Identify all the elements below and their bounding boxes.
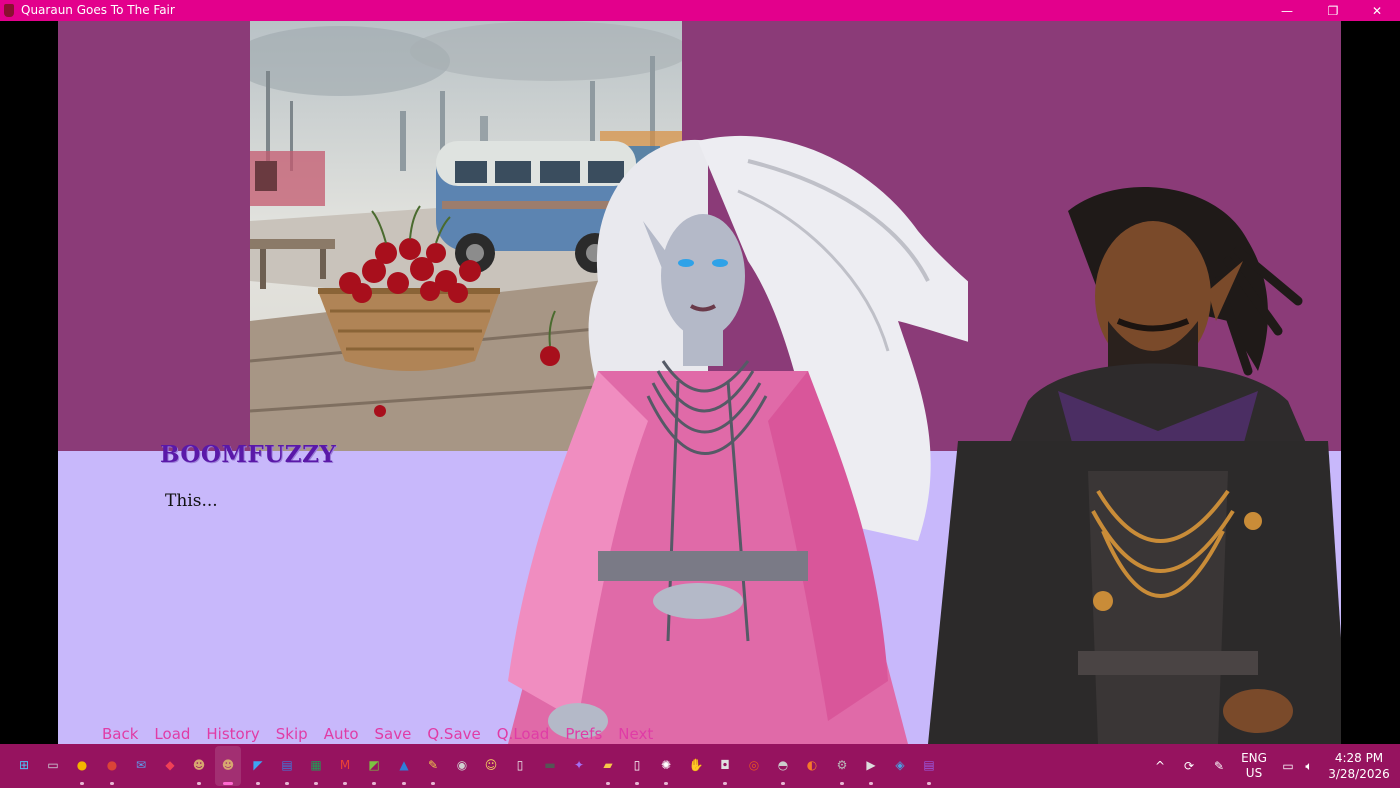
- quick-menu-history-button[interactable]: History: [206, 725, 259, 743]
- smiley-icon[interactable]: ☺: [482, 756, 500, 774]
- running-indicator: [840, 782, 844, 785]
- notes-icon[interactable]: ◩: [365, 756, 383, 774]
- running-indicator: [372, 782, 376, 785]
- running-indicator: [664, 782, 668, 785]
- running-indicator: [285, 782, 289, 785]
- running-indicator: [606, 782, 610, 785]
- quick-menu-back-button[interactable]: Back: [102, 725, 138, 743]
- running-indicator: [256, 782, 260, 785]
- language-indicator[interactable]: ENG US: [1240, 744, 1268, 788]
- quick-menu-auto-button[interactable]: Auto: [324, 725, 359, 743]
- maximize-button[interactable]: ❐: [1310, 0, 1356, 21]
- settings-icon[interactable]: ⚙: [833, 756, 851, 774]
- quick-menu-skip-button[interactable]: Skip: [276, 725, 308, 743]
- clock[interactable]: 4:28 PM 3/28/2026: [1328, 744, 1390, 788]
- running-indicator: [314, 782, 318, 785]
- dialogue-text: This...: [165, 491, 218, 511]
- pen-icon[interactable]: ✎: [1210, 744, 1228, 788]
- hand-icon[interactable]: ✋: [687, 756, 705, 774]
- chrome-alt-icon[interactable]: ●: [103, 756, 121, 774]
- sync-icon[interactable]: ⟳: [1180, 744, 1198, 788]
- film-icon[interactable]: ▤: [920, 756, 938, 774]
- alien-icon[interactable]: ◉: [453, 756, 471, 774]
- start-icon[interactable]: ⊞: [15, 756, 33, 774]
- running-indicator: [197, 782, 201, 785]
- clipboard-icon[interactable]: ▯: [511, 756, 529, 774]
- game-icon-2[interactable]: ☻: [219, 756, 237, 774]
- game-icon-1[interactable]: ☻: [190, 756, 208, 774]
- running-indicator: [343, 782, 347, 785]
- gmail-icon[interactable]: M: [336, 756, 354, 774]
- task-view-icon[interactable]: ▭: [44, 756, 62, 774]
- terminal-green-icon[interactable]: ▦: [307, 756, 325, 774]
- chrome-icon[interactable]: ●: [73, 756, 91, 774]
- volume-icon[interactable]: 🔈︎: [1300, 744, 1318, 788]
- window-title: Quaraun Goes To The Fair: [21, 3, 175, 17]
- running-indicator: [431, 782, 435, 785]
- running-indicator: [402, 782, 406, 785]
- taskbar: ⊞ ▭ ● ● ✉ ◆ ☻ ☻ ◤ ▤ ▦ M ◩ ▲ ✎ ◉ ☺ ▯ ▬ ✦ ▰ ▯ ✺ ✋ ◘ ◎ ◓ ◐ ⚙ ▶ ◈ ▤ ^ ⟳ ✎ E…: [0, 744, 1400, 788]
- minimize-button[interactable]: —: [1264, 0, 1310, 21]
- pocket-icon[interactable]: ◆: [161, 756, 179, 774]
- running-indicator: [635, 782, 639, 785]
- language-code: ENG: [1241, 751, 1267, 765]
- ubuntu-icon[interactable]: ◎: [745, 756, 763, 774]
- network-icon[interactable]: ▭: [1280, 744, 1296, 788]
- character-drow: [448, 121, 968, 744]
- quick-menu-prefs-button[interactable]: Prefs: [565, 725, 602, 743]
- console-icon[interactable]: ▬: [541, 756, 559, 774]
- paint-icon[interactable]: ◈: [891, 756, 909, 774]
- quick-menu-save-button[interactable]: Save: [375, 725, 412, 743]
- document-icon[interactable]: ▤: [278, 756, 296, 774]
- tray-chevron-icon[interactable]: ^: [1152, 744, 1168, 788]
- region-code: US: [1245, 766, 1263, 780]
- openai-icon[interactable]: ✺: [657, 756, 675, 774]
- running-indicator: [223, 782, 233, 785]
- app-icon: [4, 4, 14, 17]
- file-icon[interactable]: ▯: [628, 756, 646, 774]
- running-indicator: [927, 782, 931, 785]
- running-indicator: [781, 782, 785, 785]
- quick-menu: Back Load History Skip Auto Save Q.Save …: [102, 725, 669, 743]
- running-indicator: [869, 782, 873, 785]
- vscode-icon[interactable]: ◤: [249, 756, 267, 774]
- title-bar: Quaraun Goes To The Fair — ❐ ✕: [0, 0, 1400, 21]
- mail-icon[interactable]: ✉: [132, 756, 150, 774]
- quick-menu-qsave-button[interactable]: Q.Save: [427, 725, 480, 743]
- quick-menu-load-button[interactable]: Load: [154, 725, 190, 743]
- speaker-name: BOOMFUZZY: [160, 441, 337, 468]
- folder-icon[interactable]: ▰: [599, 756, 617, 774]
- blender-icon[interactable]: ◐: [803, 756, 821, 774]
- character-companion: [898, 171, 1341, 744]
- clock-date: 3/28/2026: [1328, 767, 1390, 781]
- running-indicator: [80, 782, 84, 785]
- pencil-icon[interactable]: ✎: [424, 756, 442, 774]
- copilot-icon[interactable]: ✦: [570, 756, 588, 774]
- game-viewport[interactable]: BOOMFUZZY This... Back Load History Skip…: [58, 21, 1341, 744]
- running-indicator: [110, 782, 114, 785]
- media-player-icon[interactable]: ▶: [862, 756, 880, 774]
- close-button[interactable]: ✕: [1354, 0, 1400, 21]
- quick-menu-qload-button[interactable]: Q.Load: [497, 725, 550, 743]
- photos-icon[interactable]: ▲: [395, 756, 413, 774]
- clock-time: 4:28 PM: [1334, 751, 1384, 765]
- running-indicator: [723, 782, 727, 785]
- camera-icon[interactable]: ◘: [716, 756, 734, 774]
- cat-icon[interactable]: ◓: [774, 756, 792, 774]
- quick-menu-next-button[interactable]: Next: [618, 725, 653, 743]
